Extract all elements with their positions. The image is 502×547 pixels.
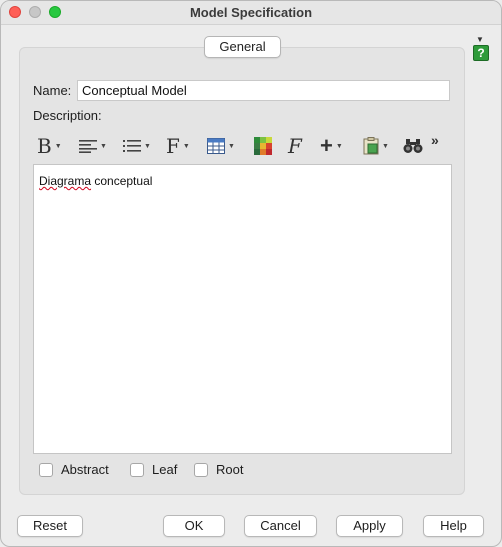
- list-button[interactable]: ▼: [123, 133, 151, 159]
- abstract-checkbox[interactable]: [39, 462, 53, 477]
- chevron-down-icon: ▼: [382, 142, 389, 150]
- window-title: Model Specification: [189, 5, 313, 20]
- title-bar[interactable]: Model Specification: [1, 1, 501, 25]
- insert-icon: +: [320, 133, 333, 158]
- align-icon: [79, 140, 97, 153]
- tab-general[interactable]: General: [204, 36, 281, 58]
- chevron-down-icon: ▼: [182, 142, 190, 150]
- more-icon: »: [431, 132, 439, 148]
- misspelled-word: Diagrama: [39, 174, 92, 188]
- bold-button[interactable]: B ▼: [37, 133, 62, 159]
- table-button[interactable]: ▼: [207, 133, 235, 159]
- cancel-button[interactable]: Cancel: [244, 515, 317, 537]
- description-toolbar: B ▼ ▼ ▼ F ▼ ▼ F + ▼ ▼ »: [35, 132, 445, 159]
- paste-icon: [363, 137, 379, 155]
- color-icon: [254, 137, 272, 155]
- leaf-label: Leaf: [152, 462, 178, 477]
- font-button[interactable]: F ▼: [166, 133, 190, 159]
- find-button[interactable]: [403, 133, 423, 159]
- more-tools-button[interactable]: »: [431, 127, 439, 153]
- chevron-down-icon: ▼: [228, 142, 235, 150]
- chevron-down-icon[interactable]: ▼: [476, 35, 484, 44]
- apply-button[interactable]: Apply: [336, 515, 403, 537]
- chevron-down-icon: ▼: [335, 142, 343, 150]
- bold-icon: B: [37, 134, 52, 158]
- chevron-down-icon: ▼: [54, 142, 62, 150]
- font-icon: F: [166, 134, 180, 158]
- reset-button[interactable]: Reset: [17, 515, 83, 537]
- font-effects-button[interactable]: F: [288, 133, 302, 159]
- find-icon: [403, 139, 423, 153]
- ok-button[interactable]: OK: [163, 515, 225, 537]
- context-help[interactable]: ▼ ?: [471, 35, 491, 63]
- leaf-checkbox-row[interactable]: Leaf: [130, 462, 177, 477]
- color-button[interactable]: [254, 133, 272, 159]
- root-label: Root: [216, 462, 244, 477]
- abstract-checkbox-row[interactable]: Abstract: [39, 462, 109, 477]
- list-icon: [123, 140, 141, 152]
- align-button[interactable]: ▼: [79, 133, 107, 159]
- insert-button[interactable]: + ▼: [320, 133, 343, 159]
- help-button[interactable]: Help: [423, 515, 484, 537]
- name-label: Name:: [33, 83, 72, 98]
- font-effects-icon: F: [288, 134, 302, 158]
- chevron-down-icon: ▼: [100, 142, 107, 150]
- root-checkbox[interactable]: [194, 462, 208, 477]
- root-checkbox-row[interactable]: Root: [194, 462, 243, 477]
- chevron-down-icon: ▼: [144, 142, 151, 150]
- help-icon[interactable]: ?: [473, 45, 489, 61]
- description-label: Description:: [33, 108, 102, 123]
- model-specification-dialog: Model Specification ▼ ? General Name: De…: [0, 0, 502, 547]
- description-editor[interactable]: Diagrama conceptual: [33, 164, 452, 454]
- paste-button[interactable]: ▼: [363, 133, 389, 159]
- description-text: conceptual: [91, 174, 153, 188]
- table-icon: [207, 138, 225, 154]
- leaf-checkbox[interactable]: [130, 462, 144, 477]
- name-input[interactable]: [77, 80, 450, 101]
- abstract-label: Abstract: [61, 462, 109, 477]
